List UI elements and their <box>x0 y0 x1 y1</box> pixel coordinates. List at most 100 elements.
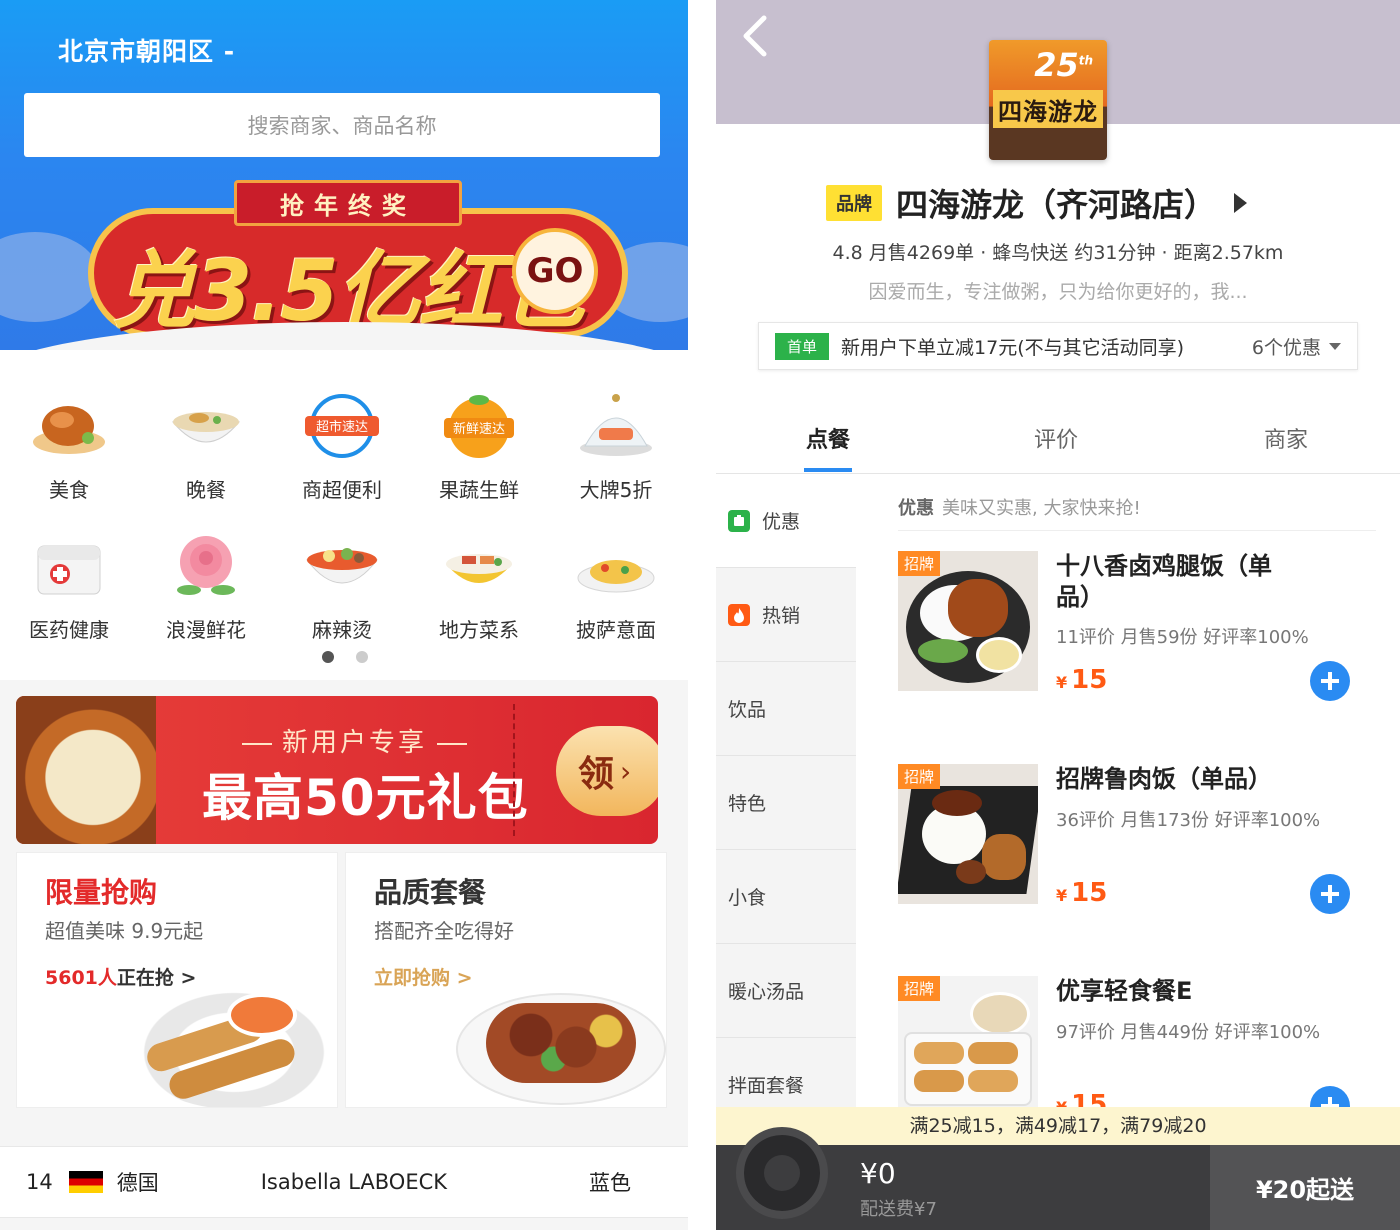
tab-reviews[interactable]: 评价 <box>1034 422 1078 454</box>
cart-icon[interactable] <box>736 1127 828 1219</box>
offer-text: 新用户下单立减17元(不与其它活动同享) <box>841 336 1185 359</box>
home-screen: 北京市朝阳区 - 搜索商家、商品名称 抢年终奖 兑3.5亿红包 GO 美食 晚餐… <box>0 0 688 1230</box>
sidebar-item-discount[interactable]: 优惠 <box>716 474 856 568</box>
min-order-button[interactable]: ¥20起送 <box>1210 1145 1400 1230</box>
cart-bar: ¥0 配送费¥7 ¥20起送 <box>716 1127 1400 1230</box>
promo-headline: 最高50元礼包 <box>202 769 529 827</box>
dish-badge: 招牌 <box>898 764 941 789</box>
tab-merchant[interactable]: 商家 <box>1264 422 1308 454</box>
back-arrow-icon[interactable] <box>734 12 778 60</box>
dish-price: ¥15 <box>1056 665 1107 695</box>
category-grid: 美食 晚餐 超市速达 商超便利 新鲜速达 果蔬生鲜 大牌5折 医药健康 浪漫鲜花 <box>0 350 688 680</box>
promo-food-image <box>16 696 156 844</box>
new-year-banner[interactable]: 抢年终奖 兑3.5亿红包 GO <box>0 172 688 350</box>
active-tab-indicator <box>804 468 852 472</box>
card-link[interactable]: 立即抢购 > <box>374 963 473 990</box>
home-header: 北京市朝阳区 - 搜索商家、商品名称 抢年终奖 兑3.5亿红包 GO <box>0 0 688 350</box>
sidebar-item-label: 热销 <box>762 605 801 627</box>
new-user-promo-banner[interactable]: 新用户专享 最高50元礼包 领 › <box>16 696 658 844</box>
category-label: 美食 <box>49 478 89 502</box>
dish-item[interactable]: 招牌 招牌鲁肉饭（单品） 36评价 月售173份 好评率100% ¥15 <box>898 764 1376 914</box>
add-to-cart-button[interactable] <box>1310 874 1350 914</box>
chevron-right-icon: › <box>620 754 632 788</box>
store-stats: 4.8 月售4269单 · 蜂鸟快送 约31分钟 · 距离2.57km <box>832 242 1284 264</box>
salmon-dome-icon <box>580 394 652 456</box>
section-header: 优惠 美味又实惠, 大家快来抢! <box>898 494 1141 520</box>
location-selector[interactable]: 北京市朝阳区 - <box>58 32 235 68</box>
promo-claim-label: 领 <box>578 754 615 795</box>
dish-name: 招牌鲁肉饭（单品） <box>1056 765 1272 793</box>
category-fresh[interactable]: 新鲜速达 果蔬生鲜 <box>410 390 548 503</box>
store-title-row[interactable]: 品牌 四海游龙（齐河路店） <box>826 180 1248 226</box>
pager-dots <box>322 651 368 663</box>
athlete-name: Isabella LABOECK <box>260 1170 448 1194</box>
search-input[interactable]: 搜索商家、商品名称 <box>24 93 660 157</box>
offer-bar[interactable]: 首单 新用户下单立减17元(不与其它活动同享) 6个优惠 <box>758 322 1358 370</box>
search-placeholder: 搜索商家、商品名称 <box>247 114 437 138</box>
section-title: 优惠 <box>898 498 934 519</box>
category-medicine[interactable]: 医药健康 <box>0 530 138 643</box>
add-to-cart-button[interactable] <box>1310 1086 1350 1107</box>
category-food[interactable]: 美食 <box>0 390 138 503</box>
dish-currency: ¥ <box>1056 1098 1067 1107</box>
store-name: 四海游龙（齐河路店） <box>896 186 1217 224</box>
brand-badge: 品牌 <box>826 185 882 221</box>
hotpot-bowl-icon <box>305 548 379 584</box>
category-brand-sale[interactable]: 大牌5折 <box>547 390 685 503</box>
dish-badge: 招牌 <box>898 976 941 1001</box>
sidebar-item-specials[interactable]: 特色 <box>716 756 856 850</box>
category-dinner[interactable]: 晚餐 <box>137 390 275 503</box>
banner-go-button[interactable]: GO <box>512 228 598 314</box>
store-tabs: 点餐 评价 商家 <box>716 400 1400 474</box>
dish-price-value: 15 <box>1071 1090 1108 1107</box>
discount-icon <box>728 509 750 532</box>
offer-count-label: 6个优惠 <box>1251 336 1321 359</box>
dish-badge: 招牌 <box>898 551 941 576</box>
pager-dot[interactable] <box>356 651 368 663</box>
dish-price-value: 15 <box>1071 665 1108 695</box>
noodle-bowl-icon <box>171 412 241 443</box>
dish-item[interactable]: 招牌 十八香卤鸡腿饭（单品） 11评价 月售59份 好评率100% ¥15 <box>898 551 1376 701</box>
rank-number: 14 <box>26 1170 53 1194</box>
category-pizza-pasta[interactable]: 披萨意面 <box>547 530 685 643</box>
category-label: 晚餐 <box>186 478 226 502</box>
section-divider <box>898 530 1376 531</box>
logo-years-sup: th <box>1078 53 1093 68</box>
dish-meta: 11评价 月售59份 好评率100% <box>1056 627 1309 648</box>
pager-dot-active[interactable] <box>322 651 334 663</box>
delivery-fee: 配送费¥7 <box>860 1199 937 1220</box>
section-subtitle: 美味又实惠, 大家快来抢! <box>942 498 1141 519</box>
dish-item[interactable]: 招牌 优享轻食餐E 97评价 月售449份 好评率100% ¥15 <box>898 976 1376 1107</box>
tab-order[interactable]: 点餐 <box>806 422 850 454</box>
supermarket-badge-text: 超市速达 <box>316 419 368 435</box>
dish-image: 招牌 <box>898 551 1038 691</box>
category-label: 商超便利 <box>302 478 382 502</box>
dish-image: 招牌 <box>898 976 1038 1107</box>
offer-count[interactable]: 6个优惠 <box>1252 333 1341 360</box>
card-link[interactable]: 5601人正在抢 > <box>45 963 196 990</box>
logo-years: 25 <box>1034 46 1079 84</box>
sidebar-item-hot[interactable]: 热销 <box>716 568 856 662</box>
add-to-cart-button[interactable] <box>1310 661 1350 701</box>
skewer-food <box>486 1003 636 1083</box>
category-regional[interactable]: 地方菜系 <box>410 530 548 643</box>
plus-icon <box>1321 1097 1339 1107</box>
roast-chicken-icon <box>33 406 105 454</box>
discount-tiers-bar: 满25减15，满49减17，满79减20 <box>716 1107 1400 1145</box>
dish-currency: ¥ <box>1056 886 1068 905</box>
pasta-icon <box>577 560 655 593</box>
promo-claim-button[interactable]: 领 › <box>556 726 658 816</box>
flash-sale-card[interactable]: 限量抢购 超值美味 9.9元起 5601人正在抢 > <box>16 852 338 1108</box>
promo-divider <box>513 704 515 836</box>
caret-right-icon <box>1234 193 1248 213</box>
category-malatang[interactable]: 麻辣烫 <box>273 530 411 643</box>
sidebar-item-soups[interactable]: 暖心汤品 <box>716 944 856 1038</box>
category-flowers[interactable]: 浪漫鲜花 <box>137 530 275 643</box>
dish-meta: 36评价 月售173份 好评率100% <box>1056 810 1321 831</box>
sidebar-item-snacks[interactable]: 小食 <box>716 850 856 944</box>
sidebar-item-drinks[interactable]: 饮品 <box>716 662 856 756</box>
store-screen: 25th 四海游龙 品牌 四海游龙（齐河路店） 4.8 月售4269单 · 蜂鸟… <box>716 0 1400 1230</box>
quality-meal-card[interactable]: 品质套餐 搭配齐全吃得好 立即抢购 > <box>345 852 667 1108</box>
regional-dish-icon <box>446 554 512 583</box>
category-supermarket[interactable]: 超市速达 商超便利 <box>273 390 411 503</box>
